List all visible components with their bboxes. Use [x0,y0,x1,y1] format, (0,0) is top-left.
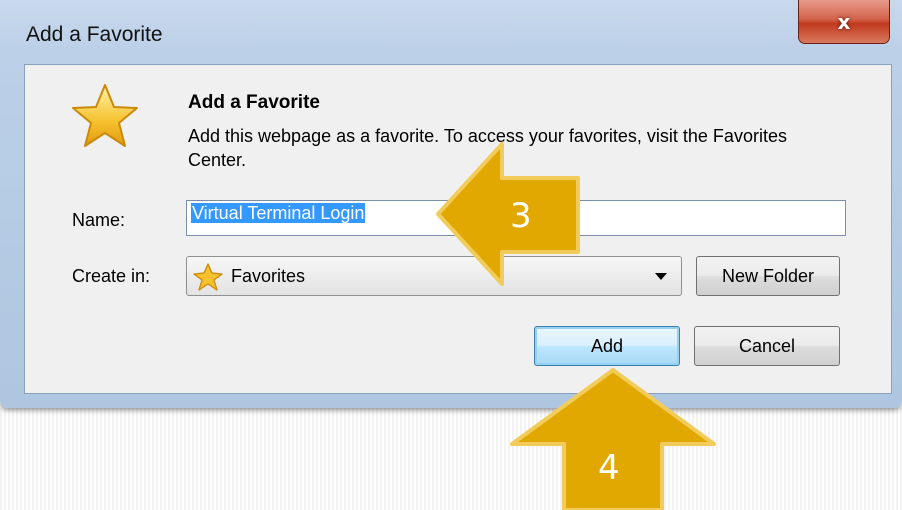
new-folder-button[interactable]: New Folder [696,256,840,296]
create-in-value: Favorites [231,266,306,286]
create-in-select[interactable]: Favorites [186,256,682,296]
name-input-value: Virtual Terminal Login [191,203,366,223]
dialog-heading: Add a Favorite [188,92,320,113]
close-button[interactable]: x [798,0,890,44]
annotation-number-4: 4 [598,448,620,488]
annotation-arrow-up [510,368,716,510]
background-stripes [0,408,902,510]
add-button[interactable]: Add [534,326,680,366]
cancel-button[interactable]: Cancel [694,326,840,366]
dialog-title: Add a Favorite [26,23,163,46]
annotation-number-3: 3 [510,196,532,236]
name-label: Name: [72,210,126,230]
close-icon: x [837,9,851,34]
chevron-down-icon[interactable] [655,273,667,280]
folder-star-icon [193,263,223,291]
create-in-label: Create in: [72,266,151,286]
favorites-star-icon [72,84,138,147]
